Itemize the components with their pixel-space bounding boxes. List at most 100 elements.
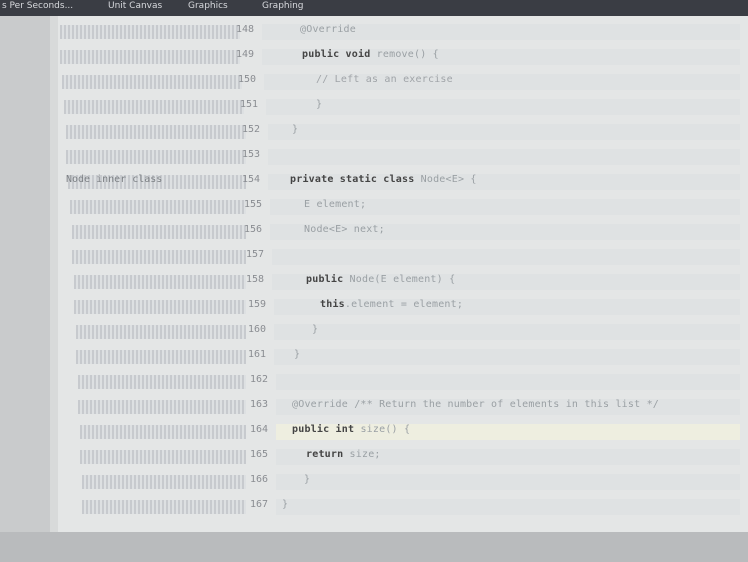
- gutter-bar: [60, 50, 240, 64]
- code-token: @Override /** Return the number of eleme…: [292, 399, 660, 410]
- code-token: size;: [349, 449, 381, 460]
- line-number: 165: [250, 449, 269, 460]
- line-number: 162: [250, 374, 269, 385]
- code-line-background: [272, 249, 740, 265]
- gutter-bar: [74, 300, 246, 314]
- line-number: 163: [250, 399, 269, 410]
- tab-2[interactable]: Unit Canvas: [108, 1, 164, 13]
- code-line-150: 150 // Left as an exercise: [50, 70, 748, 94]
- gutter-bar: [76, 350, 246, 364]
- code-text[interactable]: }: [312, 324, 318, 335]
- code-text[interactable]: public void remove() {: [302, 49, 439, 60]
- code-text[interactable]: // Left as an exercise: [316, 74, 453, 85]
- tab-1[interactable]: s Per Seconds...: [2, 1, 88, 13]
- code-line-background: [276, 374, 740, 390]
- gutter-bar: [70, 200, 246, 214]
- code-editor[interactable]: 148 @Override 149 public void remove() {150…: [50, 16, 748, 532]
- code-line-166: 166}: [50, 470, 748, 494]
- code-line-background: [266, 99, 740, 115]
- code-line-151: 151}: [50, 95, 748, 119]
- code-line-148: 148 @Override: [50, 20, 748, 44]
- code-token: Node<E> {: [420, 174, 477, 185]
- code-line-158: 158 public Node(E element) {: [50, 270, 748, 294]
- code-token: remove() {: [376, 49, 439, 60]
- code-line-154: 154 private static class Node<E> { Node in…: [50, 170, 748, 194]
- code-text[interactable]: public Node(E element) {: [306, 274, 455, 285]
- code-token: }: [312, 324, 319, 335]
- line-number: 155: [244, 199, 263, 210]
- line-number: 151: [240, 99, 259, 110]
- line-number: 161: [248, 349, 267, 360]
- code-text[interactable]: }: [292, 124, 298, 135]
- gutter-bar: [80, 425, 246, 439]
- line-number: 157: [246, 249, 265, 260]
- code-text[interactable]: return size;: [306, 449, 381, 460]
- gutter-bar: [78, 400, 246, 414]
- line-number: 152: [242, 124, 261, 135]
- code-token: E element;: [304, 199, 367, 210]
- gutter-bar: [82, 500, 246, 514]
- code-line-background: [274, 324, 740, 340]
- code-text[interactable]: }: [282, 499, 288, 510]
- line-number: 160: [248, 324, 267, 335]
- gutter-bar: [60, 25, 240, 39]
- code-token: }: [304, 474, 311, 485]
- code-line-background: [268, 124, 740, 140]
- code-text[interactable]: @Override: [300, 24, 356, 35]
- code-line-153: 153: [50, 145, 748, 169]
- code-text[interactable]: }: [304, 474, 310, 485]
- code-text[interactable]: public int size() {: [292, 424, 410, 435]
- tab-3[interactable]: Graphics: [188, 1, 248, 13]
- code-line-background: [268, 149, 740, 165]
- desk-background: [0, 532, 748, 562]
- line-number: 154: [242, 174, 261, 185]
- gutter-bar: [72, 225, 246, 239]
- code-text[interactable]: @Override /** Return the number of eleme…: [292, 399, 659, 410]
- code-line-165: 165 return size;: [50, 445, 748, 469]
- code-line-156: 156 Node<E> next;: [50, 220, 748, 244]
- line-number: 156: [244, 224, 263, 235]
- gutter-bar: [82, 475, 246, 489]
- code-text[interactable]: Node<E> next;: [304, 224, 385, 235]
- code-line-157: 157: [50, 245, 748, 269]
- line-number: 164: [250, 424, 269, 435]
- gutter-bar: [66, 125, 246, 139]
- code-token: // Left as an exercise: [316, 74, 453, 85]
- tab-4[interactable]: Graphing: [262, 1, 312, 13]
- code-token: return: [306, 449, 350, 460]
- code-token: }: [292, 124, 299, 135]
- code-line-160: 160}: [50, 320, 748, 344]
- line-number: 158: [246, 274, 265, 285]
- code-text[interactable]: }: [316, 99, 322, 110]
- code-token: }: [316, 99, 323, 110]
- code-token: @Override: [300, 24, 356, 35]
- code-text[interactable]: }: [294, 349, 300, 360]
- code-line-167: 167}: [50, 495, 748, 519]
- line-number: 166: [250, 474, 269, 485]
- code-token: Node(E element) {: [349, 274, 456, 285]
- code-line-163: 163 @Override /** Return the number of el…: [50, 395, 748, 419]
- code-line-162: 162: [50, 370, 748, 394]
- code-token: Node<E> next;: [304, 224, 385, 235]
- gutter-bar: [66, 150, 246, 164]
- code-line-152: 152}: [50, 120, 748, 144]
- code-line-159: 159 this.element = element;: [50, 295, 748, 319]
- gutter-bar: [78, 375, 246, 389]
- code-token: }: [282, 499, 289, 510]
- code-token: size() {: [360, 424, 411, 435]
- code-line-155: 155 E element;: [50, 195, 748, 219]
- code-line-background: [276, 474, 740, 490]
- code-text[interactable]: this.element = element;: [320, 299, 463, 310]
- code-token: .element = element;: [344, 299, 464, 310]
- gutter-bar: [62, 75, 242, 89]
- code-token: private static class: [290, 174, 421, 185]
- code-line-161: 161}: [50, 345, 748, 369]
- code-text[interactable]: E element;: [304, 199, 366, 210]
- code-token: public: [306, 274, 350, 285]
- code-token: }: [294, 349, 301, 360]
- line-number: 150: [238, 74, 257, 85]
- code-line-background: [276, 499, 740, 515]
- code-line-164: 164 public int size() {: [50, 420, 748, 444]
- code-text[interactable]: private static class Node<E> {: [290, 174, 477, 185]
- side-note-label: Node inner class: [66, 174, 163, 185]
